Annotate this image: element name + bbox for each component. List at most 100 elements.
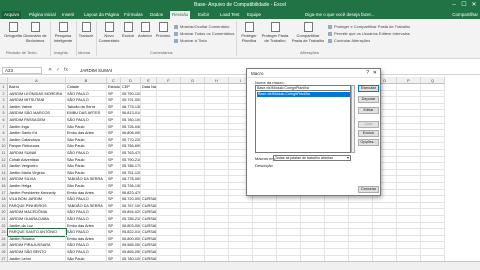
table-cell[interactable]: SP (107, 249, 121, 256)
translate-button[interactable]: Traduzir (77, 22, 95, 38)
table-cell[interactable]: SP (107, 130, 121, 137)
table-cell[interactable]: São Paulo (66, 123, 107, 131)
tab-dados[interactable]: Dados (148, 11, 165, 19)
function-icon[interactable]: fx (64, 67, 72, 74)
table-cell[interactable] (141, 169, 157, 177)
row-header[interactable]: 7 (0, 123, 8, 131)
table-cell[interactable] (397, 117, 421, 124)
table-cell[interactable]: CURSANDO (141, 196, 157, 203)
table-cell[interactable] (421, 163, 445, 170)
table-cell[interactable] (157, 176, 181, 183)
table-cell[interactable] (397, 229, 421, 236)
table-cell[interactable]: 05.790-210 (121, 156, 141, 164)
column-header[interactable]: P (397, 77, 421, 84)
table-cell[interactable] (205, 176, 229, 183)
tab-formulas[interactable]: Fórmulas (122, 11, 145, 19)
protect-sheet-button[interactable]: Proteger Planilha (239, 22, 259, 43)
table-cell[interactable] (421, 156, 445, 164)
table-cell[interactable] (157, 156, 181, 164)
table-cell[interactable] (141, 143, 157, 150)
table-cell[interactable]: SP (107, 117, 121, 124)
table-cell[interactable] (397, 103, 421, 111)
table-cell[interactable]: Jardim Santo Ed (8, 130, 66, 137)
maximize-icon[interactable]: ☐ (460, 1, 468, 9)
previous-comment-button[interactable]: Anterior (136, 22, 154, 38)
tab-inserir[interactable]: Inserir (60, 11, 77, 19)
table-cell[interactable] (157, 136, 181, 144)
help-icon[interactable]: ? (366, 70, 369, 76)
protect-workbook-button[interactable]: Proteger Pasta de Trabalho (260, 22, 290, 43)
table-cell[interactable] (277, 242, 301, 249)
table-cell[interactable] (181, 130, 205, 137)
table-cell[interactable]: CURSANDO (141, 216, 157, 223)
table-cell[interactable]: JARDIM GUARACIABA (8, 216, 66, 223)
row-header[interactable]: 3 (0, 97, 8, 104)
show-ink-option[interactable]: Mostrar à Tinta (174, 38, 207, 43)
column-header[interactable]: E (141, 77, 157, 84)
table-cell[interactable] (181, 183, 205, 190)
show-all-comments-option[interactable]: Mostrar Todos os Comentários (174, 31, 234, 36)
column-header[interactable]: C (107, 77, 121, 84)
table-cell[interactable]: Embu das Artes (66, 130, 107, 137)
row-header[interactable]: 1 (0, 84, 8, 91)
row-header[interactable]: 14 (0, 169, 8, 177)
table-cell[interactable] (181, 176, 205, 183)
table-cell[interactable]: SP (107, 209, 121, 216)
table-cell[interactable] (205, 242, 229, 249)
table-cell[interactable] (205, 123, 229, 131)
row-header[interactable]: 16 (0, 183, 8, 190)
table-cell[interactable]: JARDIM MACEDÔNIA (8, 209, 66, 216)
table-cell[interactable]: 05.726-040 (121, 123, 141, 131)
table-cell[interactable] (421, 209, 445, 216)
table-cell[interactable] (397, 110, 421, 117)
allow-edit-ranges-option[interactable]: Permitir que os Usuários Editem Interval… (328, 31, 410, 36)
table-cell[interactable]: Jardim Ingá (8, 123, 66, 131)
row-header[interactable]: 18 (0, 196, 8, 203)
table-cell[interactable] (421, 189, 445, 197)
table-cell[interactable] (229, 229, 253, 236)
column-header[interactable]: D (121, 77, 141, 84)
table-cell[interactable] (421, 123, 445, 131)
table-cell[interactable] (301, 242, 325, 249)
table-cell[interactable] (205, 216, 229, 223)
column-header[interactable]: A (8, 77, 66, 84)
row-header[interactable]: 22 (0, 222, 8, 230)
table-cell[interactable] (397, 84, 421, 91)
row-header[interactable]: 26 (0, 249, 8, 256)
row-header[interactable]: 21 (0, 216, 8, 223)
table-cell[interactable] (157, 84, 181, 91)
table-cell[interactable] (421, 202, 445, 210)
table-cell[interactable]: SÃO PAULO (66, 249, 107, 256)
row-header[interactable]: 9 (0, 136, 8, 144)
table-cell[interactable]: Jardim Rosana (8, 235, 66, 243)
tab-exibir[interactable]: Exibir (196, 11, 211, 19)
table-cell[interactable] (397, 163, 421, 170)
table-cell[interactable]: CURSANDO (141, 209, 157, 216)
table-cell[interactable] (301, 209, 325, 216)
table-cell[interactable] (397, 235, 421, 243)
tab-arquivo[interactable]: Arquivo (2, 11, 22, 19)
table-cell[interactable]: 06.767-100 (121, 202, 141, 210)
table-cell[interactable] (421, 169, 445, 177)
table-cell[interactable] (421, 183, 445, 190)
table-cell[interactable] (373, 216, 397, 223)
table-cell[interactable] (181, 222, 205, 230)
column-header[interactable]: H (205, 77, 229, 84)
table-cell[interactable]: JARDIM SÃO BENTO (8, 249, 66, 256)
table-cell[interactable]: 05.822-010 (121, 229, 141, 236)
edit-button[interactable]: Editar (358, 107, 379, 114)
table-cell[interactable]: 06.778-000 (121, 176, 141, 183)
table-cell[interactable] (181, 196, 205, 203)
table-cell[interactable] (397, 189, 421, 197)
options-button[interactable]: Opções... (358, 139, 379, 146)
run-button[interactable]: Executar (358, 85, 379, 92)
table-cell[interactable] (277, 202, 301, 210)
smart-lookup-button[interactable]: Pesquisa Inteligente (52, 22, 74, 43)
table-cell[interactable]: Jardim Catanduva (8, 136, 66, 144)
tab-revisao[interactable]: Revisão (170, 11, 191, 19)
table-cell[interactable]: SP (107, 229, 121, 236)
table-cell[interactable]: 05.796-130 (121, 183, 141, 190)
table-cell[interactable] (141, 117, 157, 124)
table-cell[interactable] (229, 242, 253, 249)
table-cell[interactable]: Jardim Helga (8, 183, 66, 190)
